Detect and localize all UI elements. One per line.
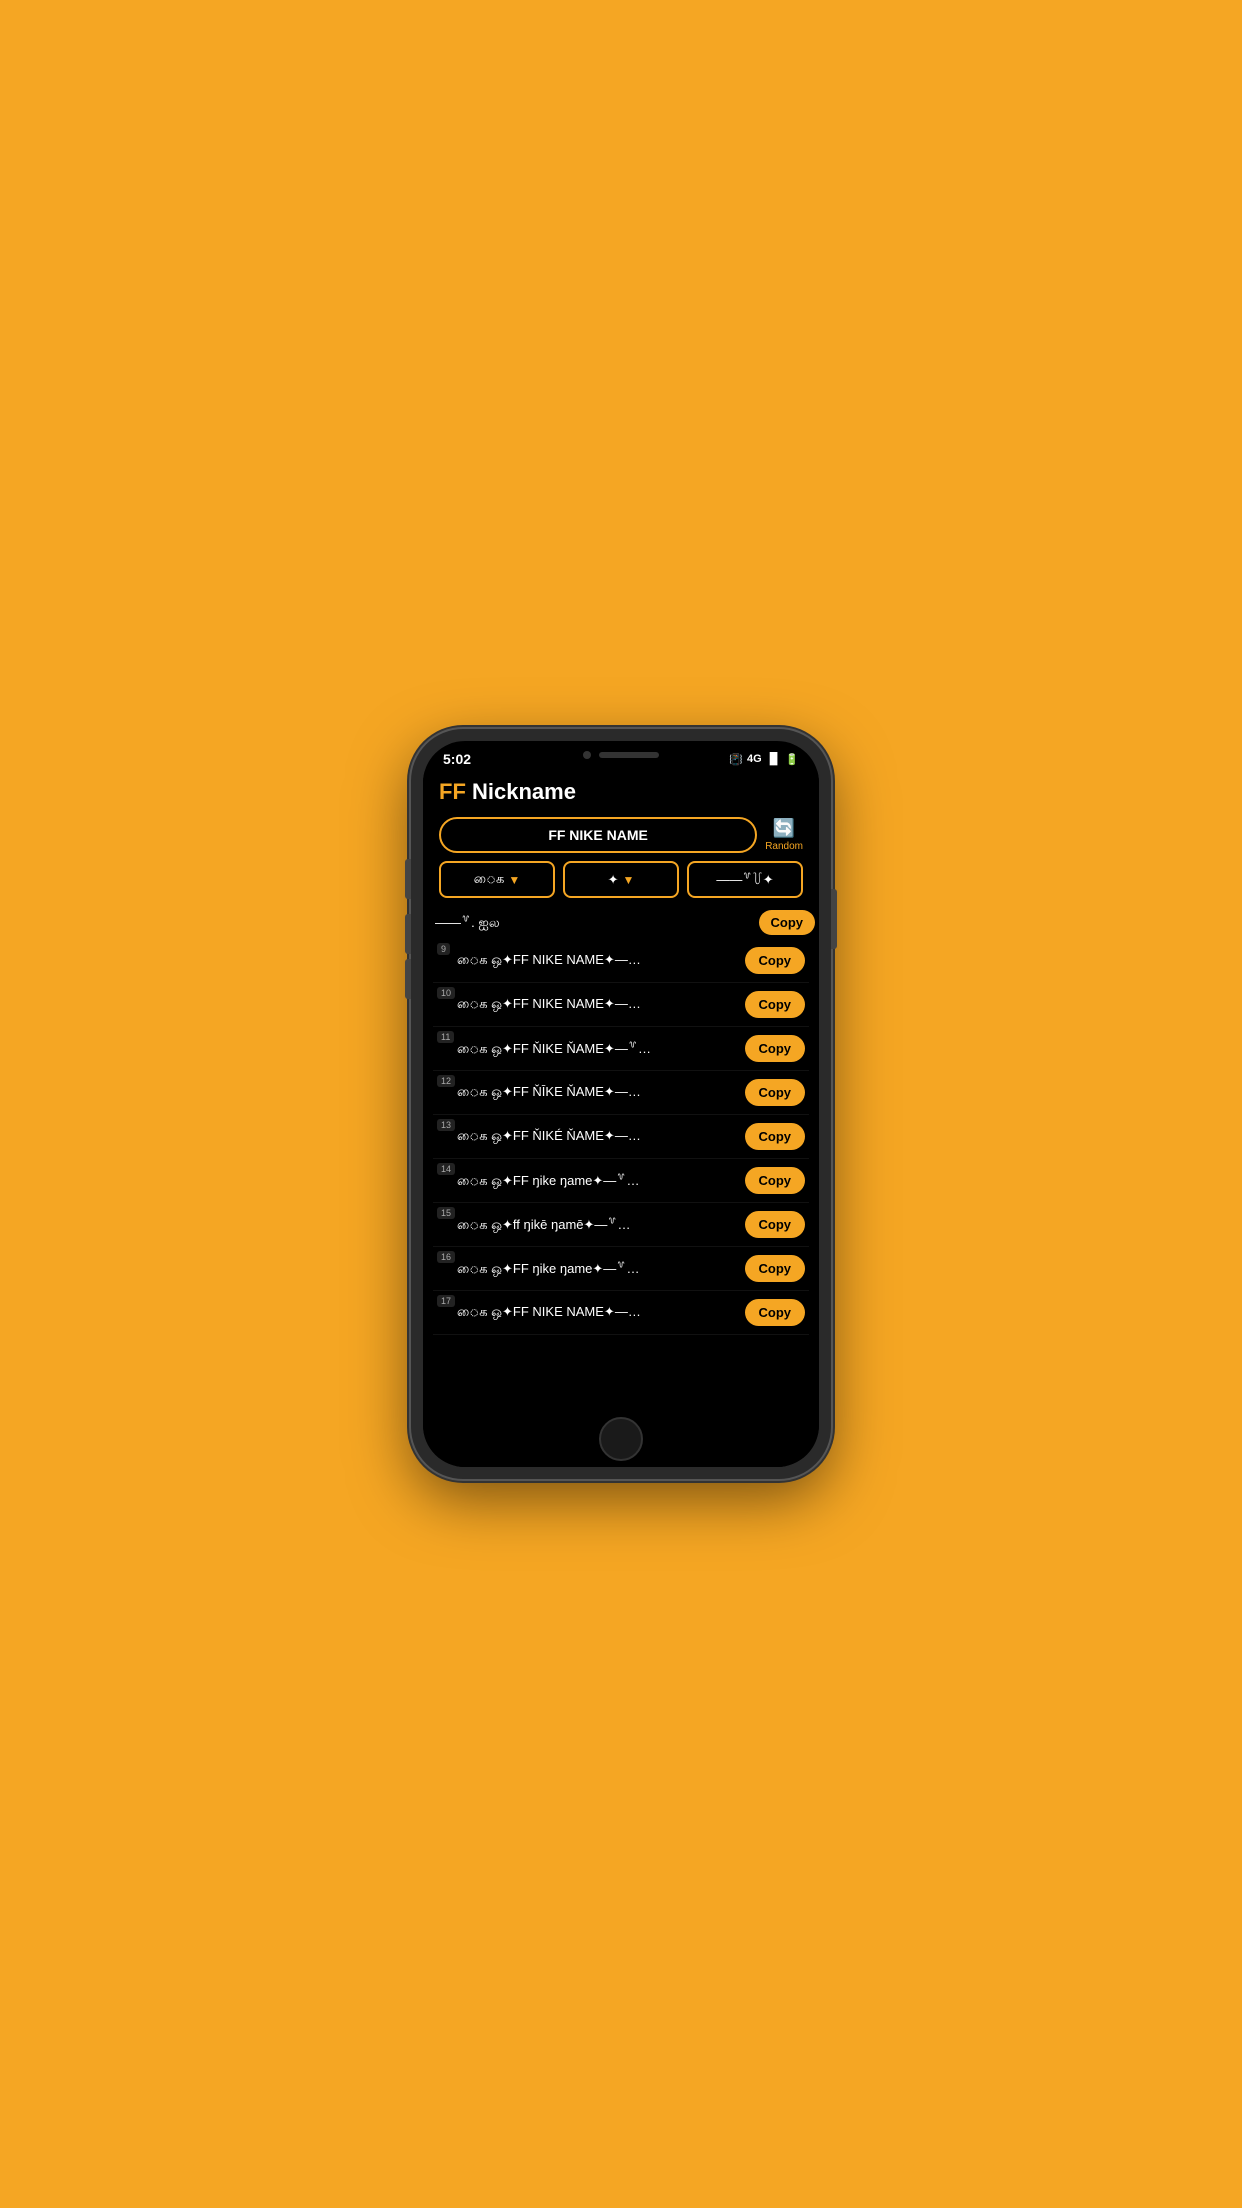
app-title: FF Nickname: [439, 779, 803, 805]
dropdowns-row: ைக ▼ ✦ ▼ ——꒷꒦✦: [423, 861, 819, 906]
item-number: 12: [437, 1075, 455, 1087]
network-icon: 4G: [747, 753, 762, 765]
copy-button[interactable]: Copy: [745, 1211, 806, 1238]
copy-button[interactable]: Copy: [745, 991, 806, 1018]
dropdown-symbol-text: ✦: [608, 872, 619, 888]
copy-button[interactable]: Copy: [745, 1079, 806, 1106]
nickname-text: ைக ஒ✦FF NIKE NAME✦—…: [437, 1304, 745, 1321]
copy-button[interactable]: Copy: [745, 1035, 806, 1062]
list-item: 13 ைக ஒ✦FF ŇIKÉ ŇAME✦—… Copy: [433, 1115, 809, 1159]
random-icon: 🔄: [773, 818, 795, 839]
camera-dot: [583, 751, 591, 759]
home-button[interactable]: [599, 1417, 643, 1461]
dropdown-style-text: ைக: [474, 871, 505, 888]
item-number: 13: [437, 1119, 455, 1131]
dropdown-symbol[interactable]: ✦ ▼: [563, 861, 679, 898]
item-number: 10: [437, 987, 455, 999]
vibrate-icon: 📳: [729, 753, 743, 766]
battery-icon: 🔋: [785, 753, 799, 766]
item-number: 11: [437, 1031, 454, 1043]
partial-item: ——꒷. ஐல Copy: [423, 906, 819, 939]
ff-orange-label: FF: [439, 779, 466, 804]
partial-item-text: ——꒷. ஐல: [427, 914, 759, 932]
item-number: 15: [437, 1207, 455, 1219]
item-number: 16: [437, 1251, 455, 1263]
copy-button[interactable]: Copy: [745, 1123, 806, 1150]
copy-button[interactable]: Copy: [745, 1299, 806, 1326]
nickname-text: ைக ஒ✦ff ŋikē ŋamē✦—꒷…: [437, 1216, 745, 1234]
list-item: 10 ைக ஒ✦FF NIKE NAME✦—… Copy: [433, 983, 809, 1027]
random-button[interactable]: 🔄 Random: [765, 818, 803, 852]
dropdown-decoration[interactable]: ——꒷꒦✦: [687, 861, 803, 898]
signal-icon: ▐▌: [766, 753, 782, 765]
item-number: 9: [437, 943, 450, 955]
random-label: Random: [765, 841, 803, 852]
app-content: FF Nickname 🔄 Random ைக ▼: [423, 771, 819, 1467]
list-item: 16 ைக ஒ✦FF ŋike ŋame✦—꒷… Copy: [433, 1247, 809, 1291]
app-header: FF Nickname: [423, 771, 819, 813]
nickname-list[interactable]: 9 ைக ஒ✦FF NIKE NAME✦—… Copy 10 ைக ஒ✦FF N…: [423, 939, 819, 1411]
nickname-text: ைக ஒ✦FF ŋike ŋame✦—꒷…: [437, 1172, 745, 1190]
dropdown-decoration-text: ——꒷꒦✦: [716, 871, 773, 888]
list-item: 9 ைக ஒ✦FF NIKE NAME✦—… Copy: [433, 939, 809, 983]
phone-frame: 5:02 📳 4G ▐▌ 🔋 FF Nickname: [411, 729, 831, 1479]
copy-button[interactable]: Copy: [745, 1255, 806, 1282]
item-number: 17: [437, 1295, 455, 1307]
nickname-text: ைக ஒ✦FF NIKE NAME✦—…: [437, 996, 745, 1013]
search-row: 🔄 Random: [423, 813, 819, 861]
dropdown-style[interactable]: ைக ▼: [439, 861, 555, 898]
nickname-text: ைக ஒ✦FF ŇIKÉ ŇAME✦—…: [437, 1128, 745, 1145]
list-item: 15 ைக ஒ✦ff ŋikē ŋamē✦—꒷… Copy: [433, 1203, 809, 1247]
status-time: 5:02: [443, 751, 471, 767]
list-item: 14 ைக ஒ✦FF ŋike ŋame✦—꒷… Copy: [433, 1159, 809, 1203]
copy-button[interactable]: Copy: [745, 947, 806, 974]
nickname-text: ைக ஒ✦FF NIKE NAME✦—…: [437, 952, 745, 969]
status-icons: 📳 4G ▐▌ 🔋: [729, 753, 799, 766]
nickname-text: ைக ஒ✦FF ŇĪKE ŇAME✦—…: [437, 1084, 745, 1101]
copy-button[interactable]: Copy: [745, 1167, 806, 1194]
list-item: 11 ைக ஒ✦FF ŇIKE ŇAME✦—꒷… Copy: [433, 1027, 809, 1071]
list-item: 12 ைக ஒ✦FF ŇĪKE ŇAME✦—… Copy: [433, 1071, 809, 1115]
nickname-text: ைக ஒ✦FF ŋike ŋame✦—꒷…: [437, 1260, 745, 1278]
dropdown-style-arrow: ▼: [508, 873, 520, 887]
notch: [583, 751, 659, 759]
partial-copy-button[interactable]: Copy: [759, 910, 816, 935]
item-number: 14: [437, 1163, 455, 1175]
search-container[interactable]: [439, 817, 757, 853]
title-text: Nickname: [466, 779, 576, 804]
search-input[interactable]: [457, 827, 739, 843]
list-item: 17 ைக ஒ✦FF NIKE NAME✦—… Copy: [433, 1291, 809, 1335]
speaker-bar: [599, 752, 659, 758]
dropdown-symbol-arrow: ▼: [623, 873, 635, 887]
phone-screen: 5:02 📳 4G ▐▌ 🔋 FF Nickname: [423, 741, 819, 1467]
nickname-text: ைக ஒ✦FF ŇIKE ŇAME✦—꒷…: [437, 1040, 745, 1058]
